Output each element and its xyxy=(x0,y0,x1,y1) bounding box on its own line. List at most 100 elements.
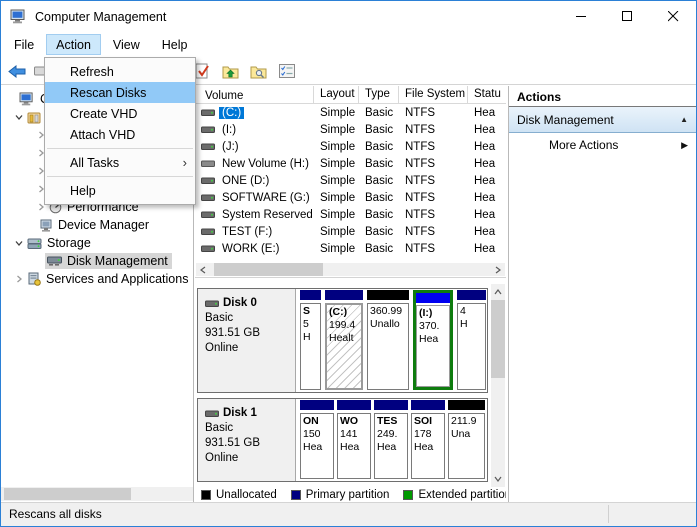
disk-0-label[interactable]: Disk 0 Basic 931.51 GB Online xyxy=(198,289,296,392)
action-menu-popup: Refresh Rescan Disks Create VHD Attach V… xyxy=(44,57,196,205)
partition-unallocated[interactable]: 211.9Una xyxy=(448,400,485,479)
volume-name: New Volume (H:) xyxy=(219,158,312,170)
volume-row[interactable]: ONE (D:) Simple Basic NTFS Hea xyxy=(195,172,506,189)
menu-file[interactable]: File xyxy=(4,34,44,55)
actions-group-disk-management[interactable]: Disk Management ▲ xyxy=(509,107,696,133)
volume-row[interactable]: (I:) Simple Basic NTFS Hea xyxy=(195,121,506,138)
partition-test[interactable]: TES249.Hea xyxy=(374,400,408,479)
partition-c-selected[interactable]: (C:)199.4Healt xyxy=(325,290,363,390)
menu-item-refresh[interactable]: Refresh xyxy=(45,61,195,82)
partition-unallocated[interactable]: 360.99Unallo xyxy=(367,290,409,390)
menu-item-attach-vhd[interactable]: Attach VHD xyxy=(45,124,195,145)
volume-status: Hea xyxy=(468,209,506,221)
actions-header: Actions xyxy=(509,86,696,107)
partition-color-bar xyxy=(448,400,485,410)
partition-work[interactable]: WO141Hea xyxy=(337,400,371,479)
minimize-button[interactable] xyxy=(558,1,604,32)
tree-item-disk-management[interactable]: Disk Management xyxy=(45,252,193,270)
volume-row[interactable]: (J:) Simple Basic NTFS Hea xyxy=(195,138,506,155)
volume-layout: Simple xyxy=(314,124,359,136)
column-layout[interactable]: Layout xyxy=(314,86,359,103)
column-status[interactable]: Statu xyxy=(468,86,506,103)
column-type[interactable]: Type xyxy=(359,86,399,103)
tree-horizontal-scrollbar[interactable] xyxy=(1,487,193,501)
legend-extended-partition: Extended partition xyxy=(403,489,506,501)
more-actions-item[interactable]: More Actions ▶ xyxy=(509,133,696,157)
volume-layout: Simple xyxy=(314,158,359,170)
volume-row[interactable]: TEST (F:) Simple Basic NTFS Hea xyxy=(195,223,506,240)
volume-list-horizontal-scrollbar[interactable] xyxy=(196,263,505,276)
menu-view[interactable]: View xyxy=(103,34,150,55)
computer-management-window: Computer Management File Action View Hel… xyxy=(0,0,697,527)
scroll-left-arrow[interactable] xyxy=(196,263,210,276)
partition-software[interactable]: SOI178Hea xyxy=(411,400,445,479)
more-actions-label: More Actions xyxy=(549,138,618,152)
menu-item-label: All Tasks xyxy=(70,156,119,170)
partition-truncated[interactable]: 4H xyxy=(457,290,486,390)
partition-one[interactable]: ON150Hea xyxy=(300,400,334,479)
chevron-expanded-icon[interactable] xyxy=(11,238,27,248)
volume-name: TEST (F:) xyxy=(219,226,275,238)
collapse-arrow-icon[interactable]: ▲ xyxy=(680,115,688,124)
volume-row[interactable]: (C:) Simple Basic NTFS Hea xyxy=(195,104,506,121)
column-file-system[interactable]: File System xyxy=(399,86,468,103)
menu-item-rescan-disks[interactable]: Rescan Disks xyxy=(45,82,195,103)
chevron-expanded-icon[interactable] xyxy=(11,112,27,122)
volume-fs: NTFS xyxy=(399,124,468,136)
legend-color-swatch xyxy=(201,490,211,500)
volume-status: Hea xyxy=(468,124,506,136)
disk-management-pane: Volume Layout Type File System Statu (C:… xyxy=(195,86,506,502)
volume-row[interactable]: System Reserved Simple Basic NTFS Hea xyxy=(195,206,506,223)
status-text: Rescans all disks xyxy=(9,507,102,521)
disk-size: 931.51 GB xyxy=(205,436,291,451)
scrollbar-thumb[interactable] xyxy=(491,300,505,378)
chevron-collapsed-icon[interactable] xyxy=(11,274,27,284)
volume-row[interactable]: WORK (E:) Simple Basic NTFS Hea xyxy=(195,240,506,257)
column-volume[interactable]: Volume xyxy=(195,86,314,103)
folder-search-icon[interactable] xyxy=(248,62,268,80)
partition-system-reserved[interactable]: S5H xyxy=(300,290,321,390)
volume-type: Basic xyxy=(359,226,399,238)
scrollbar-thumb[interactable] xyxy=(4,488,131,500)
volume-list: Volume Layout Type File System Statu (C:… xyxy=(195,86,506,278)
disk-size: 931.51 GB xyxy=(205,326,291,341)
disk-icon xyxy=(205,300,219,308)
menu-action[interactable]: Action xyxy=(46,34,101,55)
tree-item-storage[interactable]: Storage xyxy=(11,234,193,252)
menu-item-help[interactable]: Help xyxy=(45,180,195,201)
checklist-icon[interactable] xyxy=(277,62,297,80)
volume-type: Basic xyxy=(359,243,399,255)
scroll-up-arrow[interactable] xyxy=(491,285,505,299)
tree-item-label: Device Manager xyxy=(58,218,149,232)
folder-up-icon[interactable] xyxy=(220,62,240,80)
volume-row[interactable]: SOFTWARE (G:) Simple Basic NTFS Hea xyxy=(195,189,506,206)
volume-name: (I:) xyxy=(219,124,239,136)
disk-1-label[interactable]: Disk 1 Basic 931.51 GB Online xyxy=(198,399,296,481)
volume-layout: Simple xyxy=(314,141,359,153)
storage-icon xyxy=(27,237,42,250)
partition-i-logical[interactable]: (I:)370.Hea xyxy=(413,290,453,390)
volume-row[interactable]: New Volume (H:) Simple Basic NTFS Hea xyxy=(195,155,506,172)
tree-item-services-applications[interactable]: Services and Applications xyxy=(11,270,193,288)
volume-type: Basic xyxy=(359,124,399,136)
menu-item-all-tasks[interactable]: All Tasks › xyxy=(45,152,195,173)
menu-item-create-vhd[interactable]: Create VHD xyxy=(45,103,195,124)
device-manager-icon xyxy=(39,219,53,232)
volume-layout: Simple xyxy=(314,243,359,255)
volume-layout: Simple xyxy=(314,209,359,221)
volume-status: Hea xyxy=(468,158,506,170)
partition-color-bar xyxy=(374,400,408,410)
maximize-button[interactable] xyxy=(604,1,650,32)
scroll-right-arrow[interactable] xyxy=(491,263,505,276)
scroll-down-arrow[interactable] xyxy=(491,472,505,486)
back-arrow-icon[interactable] xyxy=(7,62,27,80)
partition-color-bar xyxy=(457,290,486,300)
scrollbar-thumb[interactable] xyxy=(214,263,323,276)
menu-help[interactable]: Help xyxy=(152,34,198,55)
tree-item-device-manager[interactable]: Device Manager xyxy=(39,216,193,234)
close-button[interactable] xyxy=(650,1,696,32)
disk-view-vertical-scrollbar[interactable] xyxy=(491,284,505,487)
disk-1-block: Disk 1 Basic 931.51 GB Online ON150Hea W… xyxy=(197,398,488,482)
volume-type: Basic xyxy=(359,175,399,187)
computer-icon xyxy=(19,92,35,106)
